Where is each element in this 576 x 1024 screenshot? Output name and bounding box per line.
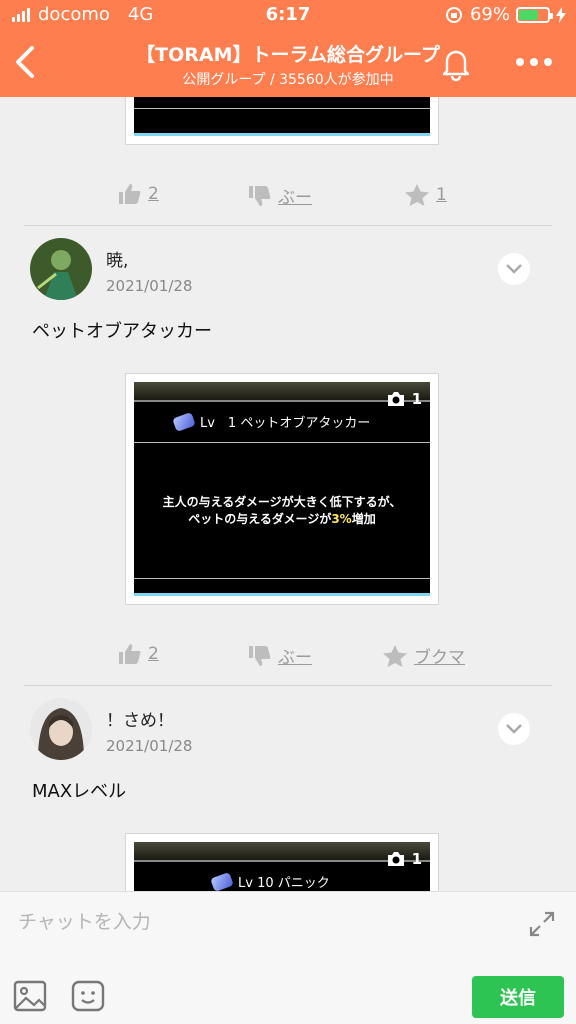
top-bar: docomo 4G 6:17 69% 【TORAM】トーラム総合グループ 公開グ…	[0, 0, 576, 97]
chat-composer: 送信	[0, 891, 576, 1024]
post-text: ペットオブアタッカー	[32, 321, 212, 342]
photo-count: 1	[386, 390, 422, 408]
bookmark-label: ブクマ	[414, 648, 465, 668]
post-image[interactable]: 1 Lv 1 ペットオブアタッカー 主人の与えるダメージが大きく低下するが、 ペ…	[125, 373, 439, 605]
star-icon	[405, 184, 429, 206]
bookmark-button[interactable]: ブクマ	[382, 643, 465, 668]
like-button[interactable]: 2	[118, 643, 159, 665]
post-author: 暁, 2021/01/28	[30, 238, 192, 300]
post-actions: 2 ぶー ブクマ	[0, 635, 576, 675]
bookmark-button[interactable]: 1	[404, 183, 447, 207]
gem-icon	[210, 871, 234, 891]
thumbs-down-icon	[249, 185, 271, 206]
photo-count: 1	[386, 850, 422, 868]
orientation-lock-icon	[445, 6, 462, 23]
group-subtitle: 公開グループ / 35560人が参加中	[182, 72, 394, 88]
thumbs-up-icon	[119, 644, 141, 664]
image-icon[interactable]	[12, 978, 48, 1014]
expand-icon[interactable]	[528, 910, 556, 938]
post-menu-button[interactable]	[498, 713, 530, 745]
chat-input[interactable]	[18, 904, 508, 940]
dislike-label: ぶー	[278, 648, 312, 668]
like-count: 2	[148, 184, 159, 204]
back-icon[interactable]	[8, 42, 44, 82]
divider	[24, 685, 552, 686]
post-date: 2021/01/28	[106, 737, 193, 755]
thumbs-up-icon	[119, 184, 141, 204]
battery-icon	[516, 6, 553, 23]
thumbs-down-icon	[249, 645, 271, 666]
emoji-icon[interactable]	[70, 978, 106, 1014]
post-actions: 2 ぶー 1	[0, 175, 576, 215]
send-button[interactable]: 送信	[472, 976, 564, 1018]
more-icon[interactable]	[512, 50, 556, 74]
camera-icon	[387, 392, 404, 406]
dislike-label: ぶー	[278, 188, 312, 208]
divider	[24, 225, 552, 226]
post-date: 2021/01/28	[106, 277, 193, 295]
dislike-button[interactable]: ぶー	[248, 643, 312, 668]
gem-icon	[172, 411, 196, 432]
like-count: 2	[148, 644, 159, 664]
star-icon	[383, 644, 407, 667]
battery-percent: 69%	[469, 4, 510, 25]
chevron-down-icon	[506, 264, 522, 274]
dislike-button[interactable]: ぶー	[248, 183, 312, 208]
skill-name: Lv 10 パニック	[210, 871, 330, 891]
post-author: ！さめ！ 2021/01/28	[30, 698, 192, 760]
post-text: MAXレベル	[32, 781, 127, 802]
message-feed[interactable]: 2 ぶー 1 暁, 2021/01/28 ペットオブアタッカー 1 Lv 1 ペ…	[0, 97, 576, 891]
charging-icon	[556, 6, 566, 23]
bell-icon[interactable]	[438, 44, 474, 82]
post-image[interactable]: 1 Lv 10 パニック	[125, 833, 439, 891]
like-button[interactable]: 2	[118, 183, 159, 205]
avatar[interactable]	[30, 698, 92, 760]
author-name[interactable]: 暁,	[106, 246, 192, 271]
post-menu-button[interactable]	[498, 253, 530, 285]
bookmark-count: 1	[436, 185, 447, 205]
chevron-down-icon	[506, 724, 522, 734]
group-title: 【TORAM】トーラム総合グループ	[136, 44, 440, 66]
nav-bar: 【TORAM】トーラム総合グループ 公開グループ / 35560人が参加中	[0, 30, 576, 97]
post-image[interactable]	[125, 97, 439, 145]
camera-icon	[387, 852, 404, 866]
skill-name: Lv 1 ペットオブアタッカー	[172, 411, 370, 432]
status-bar: docomo 4G 6:17 69%	[0, 0, 576, 30]
skill-description: 主人の与えるダメージが大きく低下するが、 ペットの与えるダメージが3%増加	[162, 495, 402, 526]
avatar[interactable]	[30, 238, 92, 300]
author-name[interactable]: ！さめ！	[106, 706, 192, 731]
